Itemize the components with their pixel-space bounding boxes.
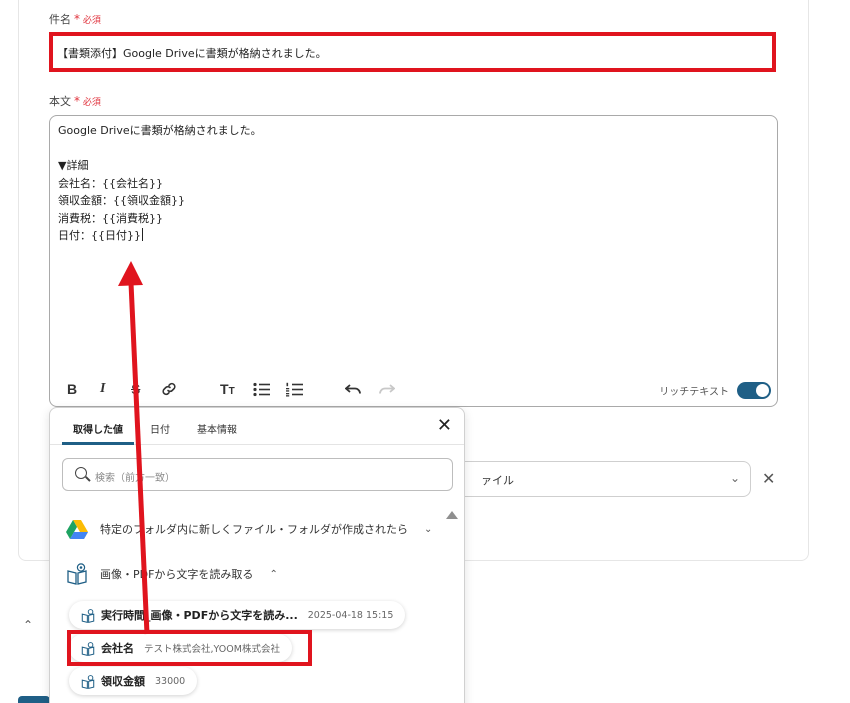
annotation-arrow	[118, 261, 150, 635]
arrow-head	[118, 261, 143, 286]
page: 件名 * 必須 【書類添付】Google Driveに書類が格納されました。 本…	[0, 0, 850, 703]
arrow-shaft	[128, 282, 150, 635]
